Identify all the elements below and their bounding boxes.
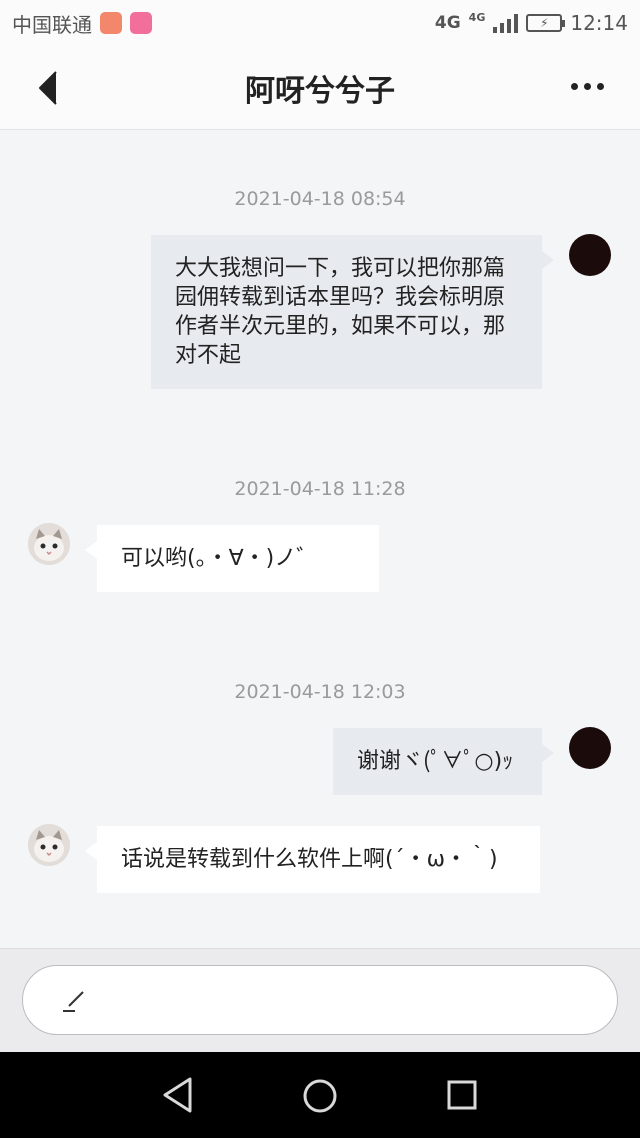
battery-charging-icon: ⚡	[526, 14, 566, 32]
message-timestamp: 2021-04-18 11:28	[234, 478, 406, 500]
avatar[interactable]	[569, 234, 611, 276]
cat-avatar-icon	[28, 824, 70, 866]
cat-avatar-icon	[28, 523, 70, 565]
message-bubble-other[interactable]: 可以哟(。・∀・)ノ゛	[85, 525, 379, 592]
app-notification-icon	[100, 12, 122, 34]
status-right: 4G 4G ⚡ 12:14	[434, 10, 628, 36]
page-title: 阿呀兮兮子	[245, 73, 395, 109]
system-nav-bar	[0, 1052, 640, 1138]
back-icon[interactable]	[36, 70, 58, 106]
message-timestamp: 2021-04-18 08:54	[234, 188, 406, 210]
network-type-label: 4G	[434, 13, 461, 33]
carrier-label: 中国联通	[12, 12, 92, 37]
nav-recent-icon[interactable]	[446, 1079, 478, 1111]
input-bar	[0, 948, 640, 1052]
pencil-icon	[63, 991, 84, 1012]
avatar[interactable]	[28, 523, 70, 565]
avatar[interactable]	[28, 824, 70, 866]
more-icon[interactable]	[571, 83, 604, 90]
chat-area[interactable]: 2021-04-18 08:54 大大我想问一下，我可以把你那篇园佣转载到话本里…	[0, 130, 640, 948]
chat-header: 阿呀兮兮子	[0, 46, 640, 130]
message-input[interactable]	[22, 965, 618, 1035]
message-bubble-self[interactable]: 大大我想问一下，我可以把你那篇园佣转载到话本里吗？我会标明原作者半次元里的，如果…	[151, 235, 554, 389]
signal-icon	[493, 13, 519, 33]
status-bar: 中国联通 4G 4G ⚡ 12:14	[0, 0, 640, 46]
message-timestamp: 2021-04-18 12:03	[234, 681, 406, 703]
avatar[interactable]	[569, 727, 611, 769]
status-time: 12:14	[570, 11, 628, 35]
nav-home-icon[interactable]	[302, 1078, 338, 1114]
message-bubble-self[interactable]: 谢谢ヾ(ﾟ∀ﾟ○)ｯ	[333, 728, 554, 795]
message-bubble-other[interactable]: 话说是转载到什么软件上啊(´・ω・｀)	[85, 826, 540, 893]
nav-back-icon[interactable]	[160, 1076, 196, 1114]
app-notification-icon	[130, 12, 152, 34]
network-type-secondary-label: 4G	[468, 10, 486, 24]
status-left: 中国联通	[12, 9, 152, 38]
